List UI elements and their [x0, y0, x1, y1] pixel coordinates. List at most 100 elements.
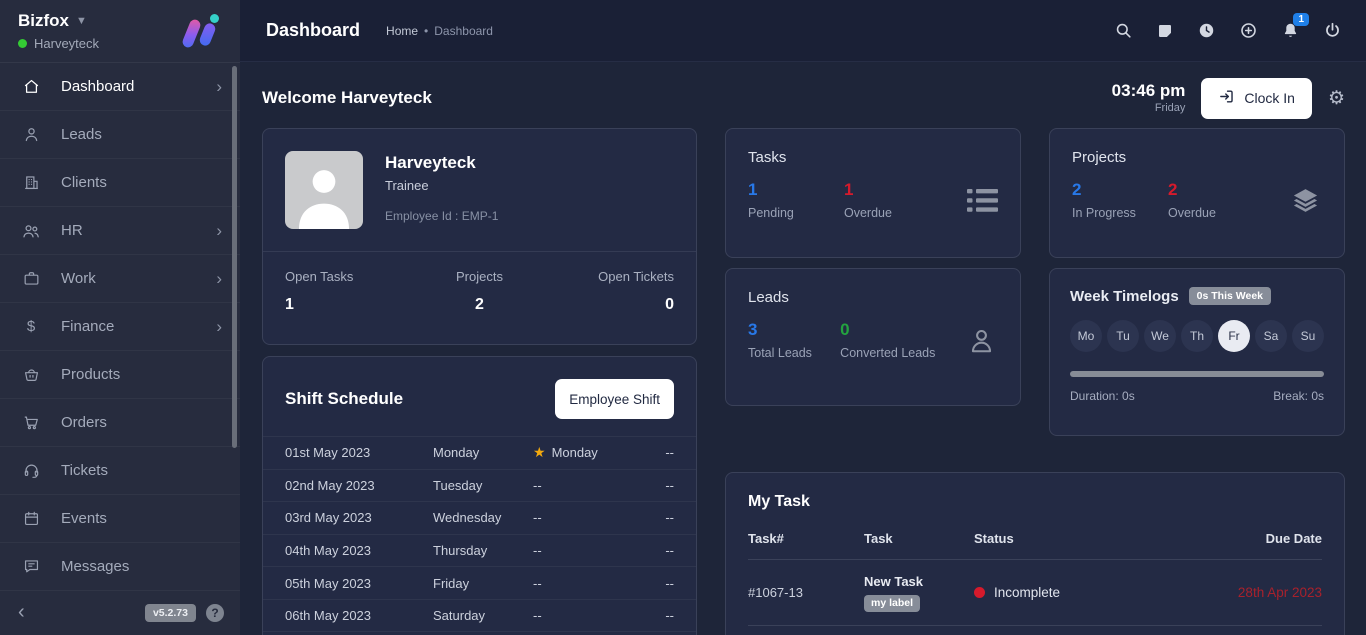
sidebar-item-finance[interactable]: $ Finance ›: [0, 303, 240, 351]
shift-schedule-card: Shift Schedule Employee Shift 01st May 2…: [262, 356, 697, 635]
task-label-badge: my label: [864, 595, 920, 612]
my-task-header: Task# Task Status Due Date: [748, 531, 1322, 560]
star-icon: ★: [533, 444, 546, 461]
welcome-row: Welcome Harveyteck 03:46 pm Friday Clock…: [262, 76, 1345, 120]
projects-inprogress-stat: 2 In Progress: [1072, 181, 1168, 220]
table-row[interactable]: #1067-13 New Task my label Incomplete 28…: [748, 560, 1322, 626]
task-cell: New Task my label: [864, 574, 974, 612]
sidebar: Bizfox ▼ Harveyteck Dashboard › Leads Cl…: [0, 0, 240, 635]
bell-icon[interactable]: 1: [1281, 21, 1300, 40]
headset-icon: [20, 460, 42, 482]
timelogs-days: Mo Tu We Th Fr Sa Su: [1070, 320, 1324, 352]
timelog-duration: Duration: 0s: [1070, 389, 1135, 403]
avatar: [285, 151, 363, 229]
topbar-icons: 1: [1114, 21, 1342, 40]
search-icon[interactable]: [1114, 21, 1133, 40]
employee-name: Harveyteck: [385, 153, 498, 173]
sidebar-item-work[interactable]: Work ›: [0, 255, 240, 303]
calendar-icon: [20, 508, 42, 530]
gear-icon[interactable]: ⚙: [1328, 89, 1345, 108]
projects-overdue-stat: 2 Overdue: [1168, 181, 1264, 220]
page-title: Dashboard: [266, 20, 360, 41]
briefcase-icon: [20, 268, 42, 290]
chevron-right-icon: ›: [216, 222, 222, 239]
dollar-icon: $: [20, 316, 42, 338]
clock-in-button[interactable]: Clock In: [1201, 78, 1312, 119]
shift-row: 03rd May 2023 Wednesday -- --: [263, 501, 696, 534]
tasks-overdue-stat: 1 Overdue: [844, 181, 940, 220]
tasks-pending-stat: 1 Pending: [748, 181, 844, 220]
sidebar-item-leads[interactable]: Leads: [0, 111, 240, 159]
breadcrumb-current: Dashboard: [434, 24, 493, 38]
welcome-title: Welcome Harveyteck: [262, 88, 432, 108]
breadcrumb-home[interactable]: Home: [386, 24, 418, 38]
task-status: Incomplete: [974, 585, 1202, 600]
clock-in-icon: [1218, 88, 1235, 108]
bizfox-logo-icon: [181, 13, 223, 51]
chevron-right-icon: ›: [216, 78, 222, 95]
shift-row: 06th May 2023 Saturday -- --: [263, 599, 696, 632]
shift-row: 01st May 2023 Monday ★Monday --: [263, 436, 696, 469]
dashboard-content: Welcome Harveyteck 03:46 pm Friday Clock…: [240, 62, 1366, 635]
sidebar-scrollbar[interactable]: [232, 66, 237, 448]
version-badge: v5.2.73: [145, 604, 196, 622]
layers-icon: [1289, 185, 1322, 216]
shift-row: 04th May 2023 Thursday -- --: [263, 534, 696, 567]
sidebar-item-hr[interactable]: HR ›: [0, 207, 240, 255]
sidebar-item-clients[interactable]: Clients: [0, 159, 240, 207]
day-sa[interactable]: Sa: [1255, 320, 1287, 352]
leads-card: Leads 3 Total Leads 0 Converted Leads: [725, 268, 1021, 406]
week-timelogs-card: Week Timelogs 0s This Week Mo Tu We Th F…: [1049, 268, 1345, 436]
task-name: New Task: [864, 574, 923, 589]
timelogs-title: Week Timelogs: [1070, 288, 1179, 305]
clock-icon[interactable]: [1197, 21, 1216, 40]
help-icon[interactable]: ?: [206, 604, 224, 622]
leads-card-title: Leads: [748, 289, 998, 306]
employee-role: Trainee: [385, 178, 498, 193]
day-fr[interactable]: Fr: [1218, 320, 1250, 352]
sidebar-item-messages[interactable]: Messages: [0, 543, 240, 591]
add-icon[interactable]: [1239, 21, 1258, 40]
sidebar-item-tickets[interactable]: Tickets: [0, 447, 240, 495]
notes-icon[interactable]: [1156, 22, 1174, 40]
day-we[interactable]: We: [1144, 320, 1176, 352]
sidebar-item-events[interactable]: Events: [0, 495, 240, 543]
cart-icon: [20, 412, 42, 434]
basket-icon: [20, 364, 42, 386]
home-icon: [20, 76, 42, 98]
company-name: Harveyteck: [34, 36, 99, 51]
sidebar-item-orders[interactable]: Orders: [0, 399, 240, 447]
current-time-block: 03:46 pm Friday: [1112, 82, 1186, 115]
main-area: Dashboard Home • Dashboard 1 Welcome Har…: [240, 0, 1366, 635]
chevron-right-icon: ›: [216, 270, 222, 287]
person-icon: [20, 124, 42, 146]
stat-projects: Projects 2: [415, 269, 545, 314]
tasks-card: Tasks 1 Pending 1 Overdue: [725, 128, 1021, 258]
sidebar-footer: ‹ v5.2.73 ?: [0, 591, 240, 635]
day-su[interactable]: Su: [1292, 320, 1324, 352]
timelog-break: Break: 0s: [1273, 389, 1324, 403]
status-dot-icon: [974, 587, 985, 598]
leads-converted-stat: 0 Converted Leads: [840, 321, 965, 360]
day-tu[interactable]: Tu: [1107, 320, 1139, 352]
notification-count-badge: 1: [1293, 13, 1309, 26]
power-icon[interactable]: [1323, 21, 1342, 40]
day-mo[interactable]: Mo: [1070, 320, 1102, 352]
employee-shift-button[interactable]: Employee Shift: [555, 379, 674, 419]
brand-name: Bizfox: [18, 11, 69, 31]
sidebar-header: Bizfox ▼ Harveyteck: [0, 0, 240, 63]
stat-open-tickets: Open Tickets 0: [544, 269, 674, 314]
task-list-icon: [967, 187, 998, 214]
chevron-right-icon: ›: [216, 318, 222, 335]
online-status-dot: [18, 39, 27, 48]
sidebar-item-products[interactable]: Products: [0, 351, 240, 399]
chevron-down-icon: ▼: [76, 15, 87, 27]
timelog-progress-bar: [1070, 371, 1324, 377]
stat-open-tasks: Open Tasks 1: [285, 269, 415, 314]
sidebar-item-dashboard[interactable]: Dashboard ›: [0, 63, 240, 111]
profile-card: Harveyteck Trainee Employee Id : EMP-1 O…: [262, 128, 697, 345]
task-due-date: 28th Apr 2023: [1202, 585, 1322, 600]
day-th[interactable]: Th: [1181, 320, 1213, 352]
shift-schedule-table: 01st May 2023 Monday ★Monday -- 02nd May…: [263, 436, 696, 632]
collapse-sidebar-icon[interactable]: ‹: [18, 602, 25, 622]
